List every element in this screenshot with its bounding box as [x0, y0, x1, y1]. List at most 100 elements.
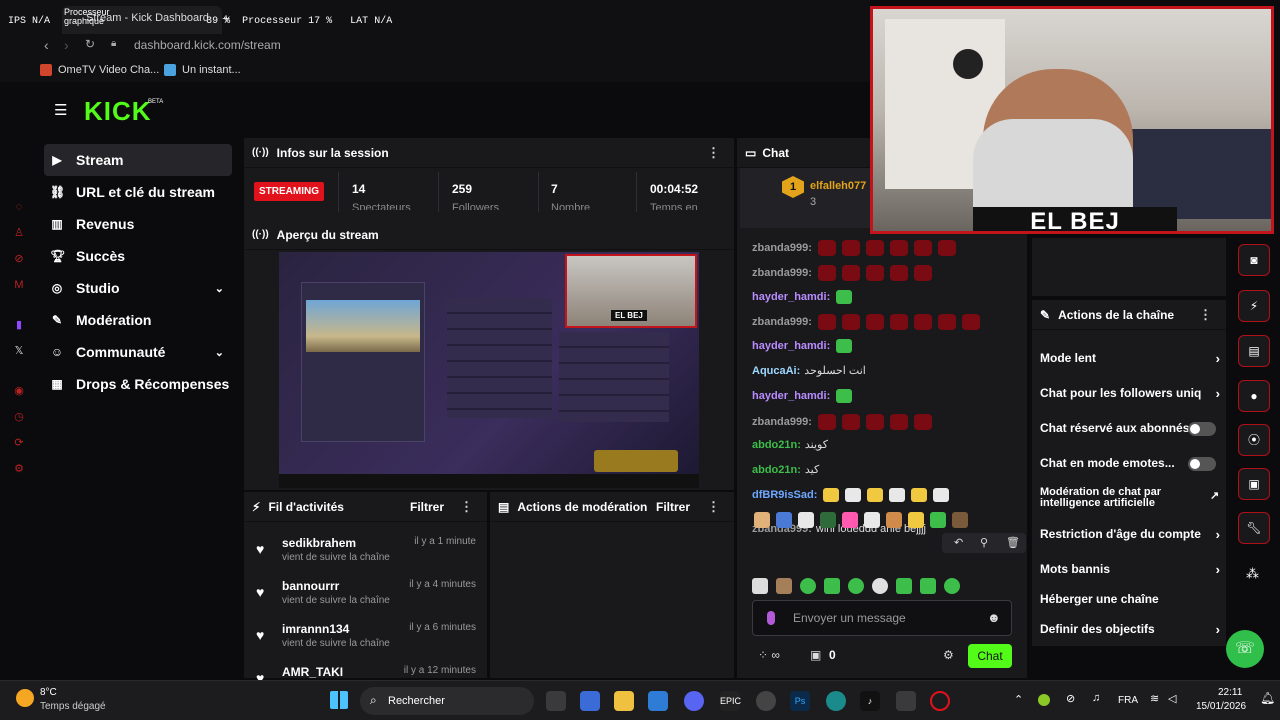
sidebar-item-2[interactable]: ▥ Revenus — [44, 208, 232, 240]
emoji-icon[interactable]: ☻ — [987, 610, 1001, 625]
activity-user[interactable]: AMR_TAKI — [282, 665, 343, 679]
lightning-icon[interactable]: ⚡︎ — [1238, 290, 1270, 322]
activity-user[interactable]: imrannn134 — [282, 622, 349, 636]
channel-action-2[interactable]: Chat réservé aux abonnés — [1040, 421, 1220, 436]
sidebar-item-6[interactable]: ☺ Communauté ⌄ — [44, 336, 232, 368]
channel-action-6[interactable]: Mots bannis › — [1040, 562, 1220, 577]
channel-action-5[interactable]: Restriction d'âge du compte › — [1040, 527, 1220, 542]
bookmark-ometv[interactable]: OmeTV Video Cha... — [58, 64, 159, 76]
tray-icon[interactable] — [1038, 694, 1050, 706]
edge-icon[interactable] — [826, 691, 846, 711]
chat-username[interactable]: abdo21n — [752, 439, 797, 451]
sidebar-item-5[interactable]: ✎ Modération — [44, 304, 232, 336]
chat-username[interactable]: zbanda999 — [752, 242, 808, 254]
chat-bubble-icon[interactable]: ● — [1238, 380, 1270, 412]
chat-username[interactable]: hayder_hamdi — [752, 291, 827, 303]
group-icon[interactable]: ⁂ — [1246, 566, 1259, 582]
channel-action-3[interactable]: Chat en mode emotes... — [1040, 456, 1220, 471]
language-indicator[interactable]: FRA — [1118, 695, 1138, 706]
emote-icon[interactable] — [776, 578, 792, 594]
channel-action-4[interactable]: Modération de chat par intelligence arti… — [1040, 487, 1219, 509]
folder-icon[interactable] — [614, 691, 634, 711]
chat-username[interactable]: zbanda999 — [752, 316, 808, 328]
windows-start-icon[interactable] — [330, 691, 348, 709]
sidebar-item-0[interactable]: ▶ Stream — [44, 144, 232, 176]
emote-icon[interactable] — [920, 578, 936, 594]
back-icon[interactable]: ‹ — [44, 37, 49, 53]
tray-icon[interactable]: ⊘ — [1066, 692, 1075, 705]
emote-icon[interactable] — [944, 578, 960, 594]
emote-icon[interactable] — [872, 578, 888, 594]
chevron-down-icon[interactable]: ⌄ — [215, 346, 224, 359]
channel-action-7[interactable]: Héberger une chaîne — [1040, 592, 1220, 606]
notifications-icon[interactable]: 🔔︎ — [1260, 691, 1275, 705]
chat-username[interactable]: dfBR9isSad — [752, 489, 814, 501]
weather-icon[interactable] — [16, 689, 34, 707]
scene-icon[interactable]: ◙ — [1238, 244, 1270, 276]
pin-icon[interactable]: ⚲ — [980, 536, 988, 549]
chat-input[interactable]: Envoyer un message ☻ — [752, 600, 1012, 636]
epic-icon[interactable]: EPIC — [720, 691, 741, 711]
taskview-icon[interactable] — [546, 691, 566, 711]
gift-icon[interactable]: ▣ — [810, 648, 821, 662]
clock-time[interactable]: 22:11 — [1218, 687, 1242, 698]
channel-action-1[interactable]: Chat pour les followers uniq › — [1040, 386, 1220, 401]
chat-username[interactable]: hayder_hamdi — [752, 390, 827, 402]
more-icon[interactable]: ⋮ — [707, 499, 720, 515]
store-icon[interactable] — [648, 691, 668, 711]
menu-icon[interactable]: ☰ — [54, 101, 67, 119]
activity-user[interactable]: bannourrr — [282, 579, 339, 593]
tiktok-icon[interactable]: ♪ — [860, 691, 880, 711]
layout-icon[interactable]: ▣ — [1238, 468, 1270, 500]
more-icon[interactable]: ⋮ — [707, 145, 720, 161]
points-icon[interactable]: ⁘ ∞ — [758, 648, 780, 662]
activity-user[interactable]: sedikbrahem — [282, 536, 356, 550]
app-icon[interactable] — [580, 691, 600, 711]
channel-action-8[interactable]: Definir des objectifs › — [1040, 622, 1220, 637]
strip-icon[interactable]: ◉ — [12, 384, 26, 398]
bookmark-instant[interactable]: Un instant... — [182, 64, 241, 76]
emote-icon[interactable] — [848, 578, 864, 594]
mic-tray-icon[interactable]: ♫ — [1092, 692, 1100, 704]
strip-icon[interactable]: ♙ — [12, 226, 26, 240]
weather-text[interactable]: Temps dégagé — [40, 701, 106, 712]
sidebar-item-4[interactable]: ◎ Studio ⌄ — [44, 272, 232, 304]
strip-icon[interactable]: M — [12, 278, 26, 292]
strip-icon[interactable]: ◌ — [12, 200, 26, 214]
emote-icon[interactable] — [824, 578, 840, 594]
more-icon[interactable]: ⋮ — [1199, 307, 1212, 323]
settings-icon[interactable]: ⚙ — [12, 462, 26, 476]
twitch-icon[interactable]: ▮ — [12, 318, 26, 332]
app-icon[interactable] — [756, 691, 776, 711]
wifi-icon[interactable]: ≋ — [1150, 692, 1159, 705]
chat-username[interactable]: AqucaAi — [752, 365, 797, 377]
forward-icon[interactable]: › — [64, 37, 69, 53]
activity-filter-button[interactable]: Filtrer — [410, 500, 444, 514]
chat-username[interactable]: hayder_hamdi — [752, 340, 827, 352]
reload-icon[interactable]: ↻ — [85, 37, 95, 51]
strip-icon[interactable]: ⟳ — [12, 436, 26, 450]
volume-icon[interactable]: ◁ — [1168, 692, 1176, 705]
tray-chevron-icon[interactable]: ⌃ — [1014, 693, 1023, 706]
notes-icon[interactable]: ▤ — [1238, 335, 1270, 367]
channel-action-0[interactable]: Mode lent › — [1040, 351, 1220, 366]
broadcast-icon[interactable]: ⦿ — [1238, 424, 1270, 456]
sidebar-item-1[interactable]: ⛓ URL et clé du stream — [44, 176, 232, 208]
chat-send-button[interactable]: Chat — [968, 644, 1012, 668]
strip-icon[interactable]: ⊘ — [12, 252, 26, 266]
support-button[interactable]: ☏ — [1226, 630, 1264, 668]
toggle-switch[interactable] — [1188, 457, 1216, 471]
taskbar-search[interactable]: ⌕ Rechercher — [360, 687, 534, 715]
reply-icon[interactable]: ↶ — [954, 536, 963, 549]
more-icon[interactable]: ⋮ — [460, 499, 473, 515]
sidebar-item-7[interactable]: ▦ Drops & Récompenses — [44, 368, 232, 400]
chat-settings-icon[interactable]: ⚙ — [943, 648, 954, 662]
stream-preview[interactable]: EL BEJ — [279, 252, 699, 488]
modactions-filter-button[interactable]: Filtrer — [656, 500, 690, 514]
pinned-user[interactable]: elfalleh077 — [810, 180, 866, 192]
chat-username[interactable]: zbanda999 — [752, 416, 808, 428]
chevron-down-icon[interactable]: ⌄ — [215, 282, 224, 295]
opera-icon[interactable] — [930, 691, 950, 711]
url-text[interactable]: dashboard.kick.com/stream — [134, 38, 281, 52]
toggle-switch[interactable] — [1188, 422, 1216, 436]
